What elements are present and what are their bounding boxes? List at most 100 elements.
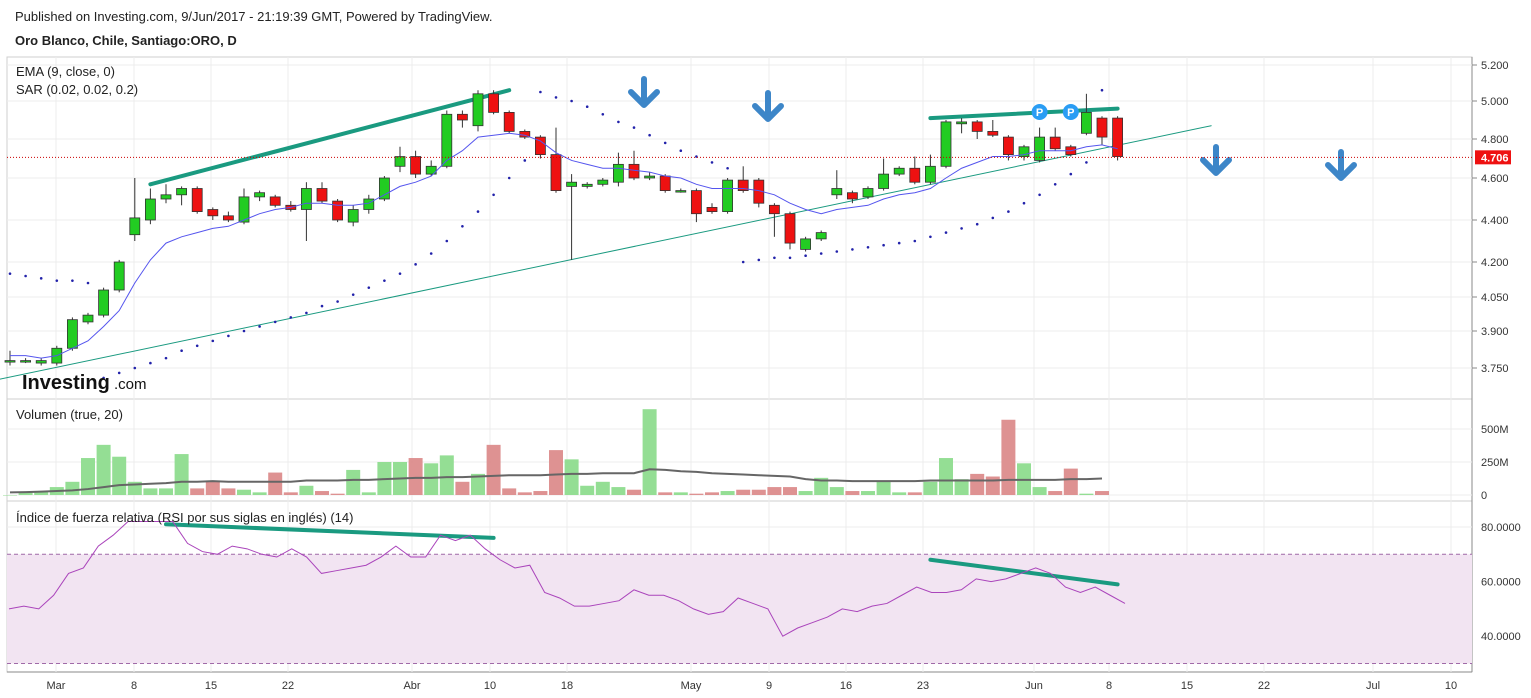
x-tick-label: Mar bbox=[47, 680, 66, 692]
volume-bar bbox=[736, 489, 751, 495]
sar-dot bbox=[164, 356, 168, 360]
volume-bar bbox=[237, 489, 251, 495]
candle-down bbox=[1003, 136, 1014, 156]
candle-down bbox=[659, 175, 671, 192]
candle-up bbox=[394, 156, 406, 167]
sar-dot bbox=[8, 272, 12, 275]
sar-dot bbox=[1007, 210, 1010, 213]
sar-dot bbox=[523, 159, 527, 162]
volume-bar bbox=[112, 456, 127, 495]
volume-bar bbox=[892, 492, 907, 495]
candle-up bbox=[176, 188, 188, 196]
sar-dot bbox=[851, 248, 854, 251]
candle-up bbox=[35, 360, 47, 364]
volume-bar bbox=[3, 495, 17, 496]
candle-up bbox=[925, 165, 936, 183]
candle-up bbox=[300, 188, 312, 210]
candle-up bbox=[254, 192, 266, 198]
sar-dot bbox=[585, 105, 589, 108]
x-tick-label: Abr bbox=[403, 680, 420, 692]
sar-dot bbox=[632, 126, 636, 129]
sar-dot bbox=[804, 254, 807, 257]
volume-bar bbox=[845, 491, 860, 495]
price-tick-label: 4.200 bbox=[1481, 257, 1509, 269]
sar-dot bbox=[866, 246, 870, 249]
candle-up bbox=[347, 209, 359, 223]
sar-dot bbox=[461, 225, 464, 228]
candle-up bbox=[160, 194, 172, 200]
volume-bar bbox=[283, 492, 298, 495]
candle-down bbox=[332, 200, 344, 221]
price-tick-label: 3.750 bbox=[1481, 363, 1509, 375]
sar-dot bbox=[726, 166, 729, 170]
candle-down bbox=[909, 167, 921, 183]
sar-dot bbox=[975, 222, 979, 226]
candle-up bbox=[378, 177, 390, 200]
volume-bar bbox=[580, 485, 595, 495]
candle-up bbox=[597, 179, 609, 185]
rsi-band-fill bbox=[7, 554, 1472, 664]
sar-dot bbox=[679, 149, 683, 152]
candle-down bbox=[316, 188, 328, 202]
candle-down bbox=[769, 204, 780, 215]
candle-down bbox=[550, 154, 562, 192]
candle-up bbox=[675, 190, 687, 193]
volume-bar bbox=[673, 492, 688, 495]
volume-bar bbox=[595, 481, 610, 495]
sar-dot bbox=[242, 329, 246, 333]
volume-bar bbox=[658, 492, 673, 495]
sar-dot bbox=[86, 281, 90, 285]
candle-up bbox=[644, 175, 655, 179]
sar-dot bbox=[195, 344, 199, 348]
candle-down bbox=[488, 93, 500, 113]
volume-bar bbox=[564, 459, 579, 495]
last-price-label: 4.706 bbox=[1481, 152, 1509, 164]
volume-tick-label: 500M bbox=[1481, 424, 1509, 436]
candle-up bbox=[581, 183, 593, 187]
sar-dot bbox=[1038, 193, 1041, 197]
volume-bar bbox=[330, 493, 345, 495]
candle-up bbox=[893, 167, 905, 175]
investing-logo: Investing bbox=[22, 372, 110, 394]
sar-dot bbox=[897, 241, 901, 245]
x-tick-label: 23 bbox=[917, 680, 929, 692]
rsi-band bbox=[7, 553, 1472, 664]
volume-bar bbox=[502, 488, 517, 495]
x-tick-label: 8 bbox=[1106, 680, 1112, 692]
sar-dot bbox=[601, 113, 605, 116]
candle-down bbox=[222, 215, 234, 221]
volume-bar bbox=[1063, 468, 1078, 495]
x-tick-label: 15 bbox=[1181, 680, 1193, 692]
volume-bar bbox=[1095, 491, 1109, 495]
candle-up bbox=[4, 360, 16, 363]
sar-dot bbox=[414, 263, 417, 266]
price-tick-label: 4.400 bbox=[1481, 215, 1509, 227]
volume-bar bbox=[315, 491, 329, 495]
rsi-tick-label: 40.0000 bbox=[1481, 631, 1521, 643]
sar-dot bbox=[1022, 201, 1026, 205]
sar-dot bbox=[554, 96, 558, 99]
sar-dot bbox=[1069, 172, 1073, 176]
volume-panel[interactable] bbox=[6, 398, 1473, 502]
sar-dot bbox=[133, 366, 137, 370]
rsi-legend: Índice de fuerza relativa (RSI por sus s… bbox=[16, 510, 353, 525]
sar-dot bbox=[663, 141, 667, 145]
candle-up bbox=[144, 198, 156, 221]
sar-dot bbox=[492, 193, 495, 197]
sar-dot bbox=[149, 361, 152, 365]
sar-dot bbox=[710, 161, 714, 164]
volume-bar bbox=[65, 481, 80, 495]
volume-bar bbox=[1079, 493, 1094, 495]
sar-dot bbox=[429, 252, 433, 255]
candle-up bbox=[20, 360, 32, 363]
sar-dot bbox=[117, 371, 121, 375]
volume-bar bbox=[408, 458, 423, 495]
price-panel[interactable] bbox=[6, 56, 1473, 400]
sar-dot bbox=[788, 256, 792, 260]
sar-dot bbox=[1100, 88, 1104, 92]
volume-bar bbox=[783, 487, 797, 495]
candle-down bbox=[691, 190, 702, 215]
volume-bar bbox=[205, 481, 220, 495]
trading-chart[interactable]: P P Mar 8 15 22 Abr 10 18 May 9 16 23 Jun 8 15 22 Jul 10 5… bbox=[0, 0, 1531, 698]
x-tick-label: 8 bbox=[131, 680, 137, 692]
